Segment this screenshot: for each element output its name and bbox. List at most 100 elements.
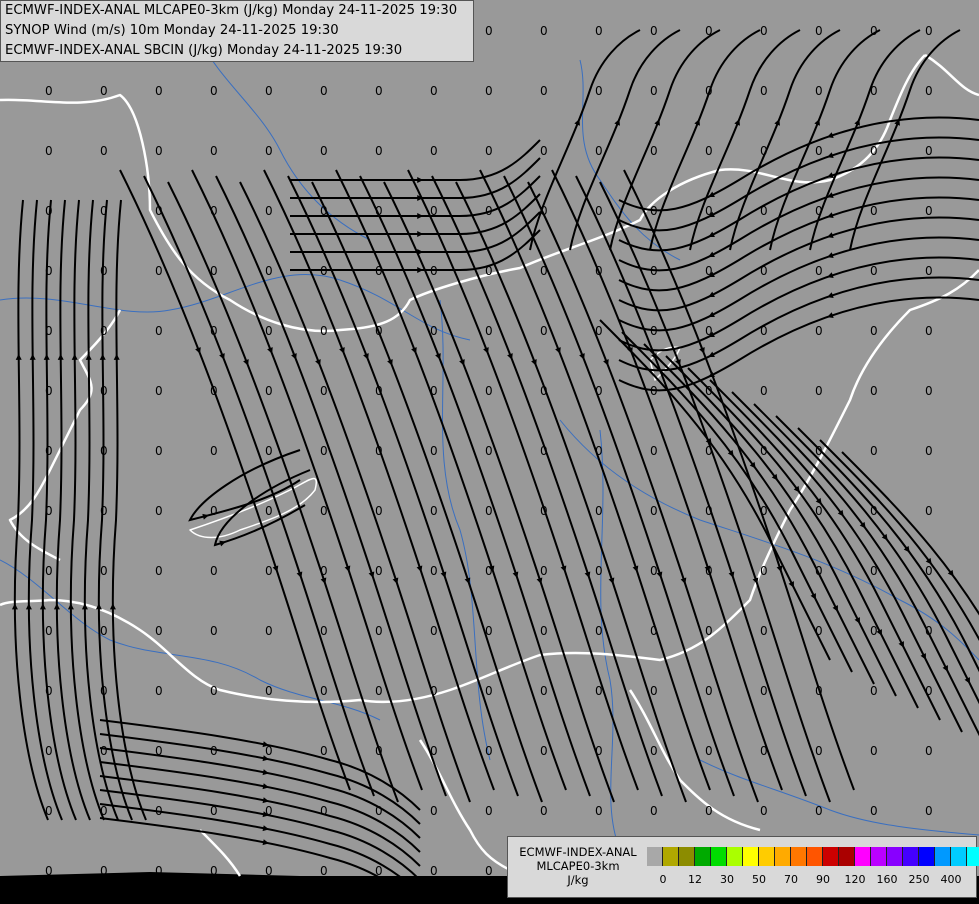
- station-value: 0: [760, 384, 768, 398]
- station-value: 0: [705, 204, 713, 218]
- legend-swatch: [679, 847, 695, 866]
- station-value: 0: [870, 264, 878, 278]
- station-value: 0: [265, 684, 273, 698]
- station-value: 0: [925, 384, 933, 398]
- legend-tick-label: 12: [688, 873, 702, 886]
- legend-swatch: [871, 847, 887, 866]
- station-value: 0: [540, 744, 548, 758]
- title-line-mlcape: ECMWF-INDEX-ANAL MLCAPE0-3km (J/kg) Mond…: [5, 3, 458, 18]
- station-value: 0: [320, 624, 328, 638]
- station-value: 0: [870, 24, 878, 38]
- station-value: 0: [595, 84, 603, 98]
- station-value: 0: [430, 84, 438, 98]
- station-value: 0: [155, 564, 163, 578]
- station-value: 0: [760, 504, 768, 518]
- station-value: 0: [540, 204, 548, 218]
- station-value: 0: [155, 624, 163, 638]
- station-value: 0: [375, 264, 383, 278]
- station-value: 0: [650, 444, 658, 458]
- station-value: 0: [100, 624, 108, 638]
- station-value: 0: [925, 264, 933, 278]
- legend-unit: J/kg: [567, 873, 589, 887]
- station-value: 0: [375, 744, 383, 758]
- station-value: 0: [210, 744, 218, 758]
- station-value: 0: [595, 744, 603, 758]
- station-value: 0: [815, 684, 823, 698]
- station-value: 0: [375, 444, 383, 458]
- station-value: 0: [595, 204, 603, 218]
- station-value: 0: [705, 84, 713, 98]
- station-value: 0: [925, 24, 933, 38]
- station-value: 0: [210, 504, 218, 518]
- station-value: 0: [870, 504, 878, 518]
- station-value: 0: [760, 84, 768, 98]
- station-value: 0: [100, 684, 108, 698]
- station-value: 0: [760, 264, 768, 278]
- station-value: 0: [925, 684, 933, 698]
- station-value: 0: [45, 264, 53, 278]
- station-value: 0: [760, 144, 768, 158]
- station-value: 0: [430, 624, 438, 638]
- station-value: 0: [760, 444, 768, 458]
- station-value: 0: [595, 624, 603, 638]
- legend-tick-label: 90: [816, 873, 830, 886]
- station-value: 0: [430, 264, 438, 278]
- station-value: 0: [540, 324, 548, 338]
- station-value: 0: [100, 864, 108, 878]
- station-value: 0: [815, 384, 823, 398]
- station-value: 0: [155, 504, 163, 518]
- station-value: 0: [925, 144, 933, 158]
- station-value: 0: [540, 444, 548, 458]
- legend-tick-label: 50: [752, 873, 766, 886]
- station-value: 0: [375, 564, 383, 578]
- station-value: 0: [430, 444, 438, 458]
- station-value: 0: [45, 504, 53, 518]
- station-value: 0: [320, 864, 328, 878]
- station-value: 0: [100, 144, 108, 158]
- station-value: 0: [485, 444, 493, 458]
- station-value: 0: [485, 684, 493, 698]
- legend-swatch: [791, 847, 807, 866]
- station-value: 0: [375, 624, 383, 638]
- station-value: 0: [485, 144, 493, 158]
- station-value: 0: [210, 204, 218, 218]
- station-value: 0: [650, 744, 658, 758]
- station-value: 0: [265, 804, 273, 818]
- station-value: 0: [265, 264, 273, 278]
- station-value: 0: [650, 144, 658, 158]
- weather-map[interactable]: 0 0 0 0 0 0 0 0 0 0 0 0 0 0 0 0 0 0 0 0 0 0 0 0 0 0 0 0 0 0 0 0 0 0 0 0 0 0 0 0…: [0, 0, 979, 904]
- station-value: 0: [760, 744, 768, 758]
- station-value: 0: [705, 804, 713, 818]
- station-value: 0: [815, 324, 823, 338]
- legend-tick-label: 160: [876, 873, 898, 886]
- station-value: 0: [45, 684, 53, 698]
- station-value: 0: [925, 204, 933, 218]
- station-value: 0: [155, 444, 163, 458]
- station-value: 0: [870, 384, 878, 398]
- station-value: 0: [485, 24, 493, 38]
- station-value: 0: [705, 144, 713, 158]
- station-value: 0: [650, 504, 658, 518]
- station-value: 0: [595, 24, 603, 38]
- station-value: 0: [760, 564, 768, 578]
- station-value: 0: [265, 504, 273, 518]
- station-value: 0: [650, 24, 658, 38]
- station-value: 0: [705, 744, 713, 758]
- legend-tick-label: 400: [940, 873, 962, 886]
- station-value: 0: [265, 624, 273, 638]
- station-value: 0: [265, 384, 273, 398]
- station-value: 0: [815, 444, 823, 458]
- station-value: 0: [155, 84, 163, 98]
- station-value: 0: [155, 684, 163, 698]
- station-value: 0: [100, 804, 108, 818]
- station-value: 0: [815, 264, 823, 278]
- station-value: 0: [100, 444, 108, 458]
- station-value: 0: [320, 804, 328, 818]
- station-value: 0: [485, 264, 493, 278]
- station-value: 0: [485, 864, 493, 878]
- station-value: 0: [100, 324, 108, 338]
- station-value: 0: [375, 204, 383, 218]
- legend-tick-label: 0: [659, 873, 667, 886]
- station-value: 0: [485, 84, 493, 98]
- station-value: 0: [925, 804, 933, 818]
